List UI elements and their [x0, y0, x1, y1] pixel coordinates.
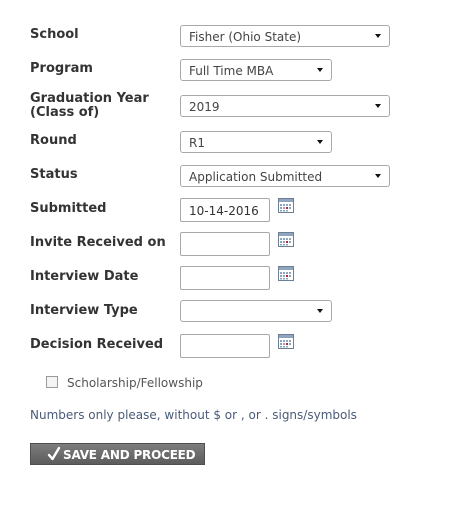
program-select-value: Full Time MBA: [189, 64, 274, 78]
status-label: Status: [30, 167, 78, 182]
scholarship-label: Scholarship/Fellowship: [67, 376, 203, 390]
chevron-down-icon: [375, 174, 381, 178]
status-select[interactable]: Application Submitted: [180, 165, 390, 187]
application-form: School Fisher (Ohio State) Program Full …: [0, 0, 468, 510]
calendar-icon[interactable]: [278, 266, 294, 281]
chevron-down-icon: [317, 68, 323, 72]
chevron-down-icon: [317, 140, 323, 144]
graduation-year-label: Graduation Year (Class of): [30, 92, 149, 120]
school-label: School: [30, 27, 79, 42]
school-select[interactable]: Fisher (Ohio State): [180, 25, 390, 47]
invite-received-date-field[interactable]: [180, 232, 270, 256]
chevron-down-icon: [375, 104, 381, 108]
round-select-value: R1: [189, 136, 205, 150]
submitted-date-field[interactable]: 10-14-2016: [180, 198, 270, 222]
chevron-down-icon: [375, 34, 381, 38]
calendar-icon[interactable]: [278, 198, 294, 213]
graduation-year-label-line1: Graduation Year: [30, 91, 149, 106]
interview-date-label: Interview Date: [30, 269, 139, 284]
school-select-value: Fisher (Ohio State): [189, 30, 302, 44]
calendar-icon[interactable]: [278, 334, 294, 349]
program-label: Program: [30, 61, 93, 76]
submitted-label: Submitted: [30, 201, 107, 216]
chevron-down-icon: [317, 309, 323, 313]
invite-received-label: Invite Received on: [30, 235, 166, 250]
save-and-proceed-label: SAVE AND PROCEED: [63, 448, 196, 462]
interview-type-label: Interview Type: [30, 303, 138, 318]
round-label: Round: [30, 133, 77, 148]
check-icon: [47, 446, 61, 461]
round-select[interactable]: R1: [180, 131, 332, 153]
decision-received-date-field[interactable]: [180, 334, 270, 358]
interview-date-field[interactable]: [180, 266, 270, 290]
status-select-value: Application Submitted: [189, 170, 323, 184]
scholarship-checkbox[interactable]: [46, 376, 58, 388]
save-and-proceed-button[interactable]: SAVE AND PROCEED: [30, 443, 205, 465]
interview-type-select[interactable]: [180, 300, 332, 322]
calendar-icon[interactable]: [278, 232, 294, 247]
decision-received-label: Decision Received: [30, 337, 164, 352]
numbers-note: Numbers only please, without $ or , or .…: [30, 408, 357, 422]
graduation-year-label-line2: (Class of): [30, 105, 100, 120]
program-select[interactable]: Full Time MBA: [180, 59, 332, 81]
graduation-year-select-value: 2019: [189, 100, 220, 114]
graduation-year-select[interactable]: 2019: [180, 95, 390, 117]
submitted-date-value: 10-14-2016: [189, 204, 259, 218]
